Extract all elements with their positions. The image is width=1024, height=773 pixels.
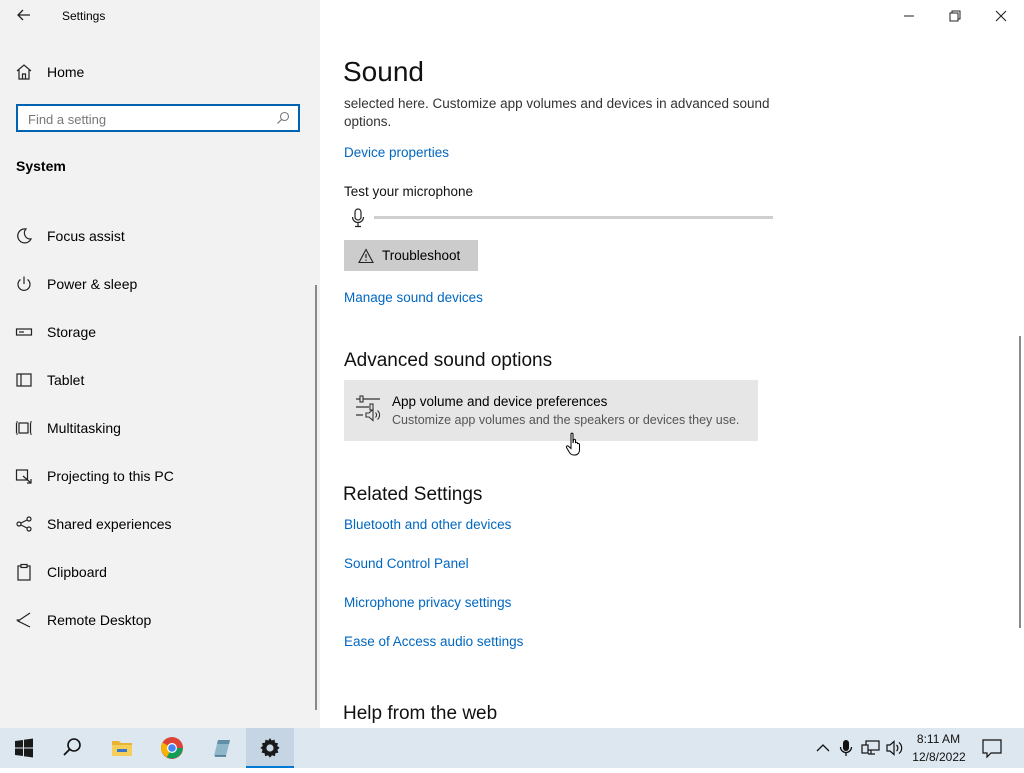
advanced-sound-heading: Advanced sound options bbox=[344, 350, 553, 371]
search-icon[interactable] bbox=[276, 111, 290, 125]
sidebar-item-focus-assist[interactable]: Focus assist bbox=[0, 215, 316, 259]
shared-experiences-icon bbox=[16, 516, 32, 532]
chrome-icon bbox=[161, 737, 183, 759]
search-input[interactable] bbox=[26, 109, 270, 129]
sidebar-item-label: Storage bbox=[47, 324, 97, 340]
app-window-icon bbox=[214, 740, 230, 757]
app-taskbar-button[interactable] bbox=[198, 728, 246, 768]
back-arrow-icon bbox=[17, 9, 30, 21]
microphone-icon bbox=[839, 740, 853, 756]
manage-sound-devices-link[interactable]: Manage sound devices bbox=[344, 290, 483, 305]
action-center-button[interactable] bbox=[980, 728, 1004, 768]
windows-logo-icon bbox=[15, 738, 33, 758]
storage-icon bbox=[15, 328, 33, 336]
app-volume-description: Customize app volumes and the speakers o… bbox=[392, 413, 740, 427]
sidebar-item-label: Home bbox=[47, 64, 85, 80]
intro-text-line-1: selected here. Customize app volumes and… bbox=[344, 96, 770, 111]
tablet-icon bbox=[16, 373, 32, 387]
restore-icon bbox=[949, 10, 961, 22]
hand-cursor-icon bbox=[565, 432, 580, 456]
clock-date[interactable]: 12/8/2022 bbox=[911, 750, 967, 764]
start-button[interactable] bbox=[0, 728, 48, 768]
app-volume-preferences-button[interactable]: App volume and device preferences Custom… bbox=[344, 380, 758, 441]
troubleshoot-button[interactable]: Troubleshoot bbox=[344, 240, 478, 271]
moon-icon bbox=[17, 228, 33, 244]
power-icon bbox=[17, 276, 31, 291]
remote-desktop-icon bbox=[16, 612, 31, 628]
file-explorer-button[interactable] bbox=[98, 728, 146, 768]
main-scrollbar[interactable] bbox=[1019, 336, 1021, 628]
sidebar-item-label: Clipboard bbox=[47, 564, 107, 580]
sidebar-item-clipboard[interactable]: Clipboard bbox=[0, 551, 316, 595]
clipboard-icon bbox=[17, 563, 31, 581]
close-icon bbox=[995, 10, 1007, 22]
gear-icon bbox=[260, 738, 280, 758]
taskbar bbox=[0, 728, 1024, 768]
clock-time[interactable]: 8:11 AM bbox=[915, 732, 962, 746]
intro-text-line-2: options. bbox=[344, 114, 392, 129]
ease-of-access-audio-link[interactable]: Ease of Access audio settings bbox=[344, 634, 523, 649]
network-tray-button[interactable] bbox=[860, 728, 882, 768]
search-taskbar-button[interactable] bbox=[48, 728, 96, 768]
settings-taskbar-button[interactable] bbox=[246, 728, 294, 768]
sidebar-item-home[interactable]: Home bbox=[0, 51, 316, 95]
section-title: System bbox=[16, 158, 66, 174]
projecting-icon bbox=[15, 469, 32, 484]
settings-sidebar: Settings Home System Focus assist Power … bbox=[0, 0, 320, 728]
related-settings-heading: Related Settings bbox=[343, 484, 483, 505]
sound-control-panel-link[interactable]: Sound Control Panel bbox=[344, 556, 469, 571]
minimize-button[interactable] bbox=[886, 4, 932, 28]
search-icon bbox=[63, 738, 81, 756]
sidebar-item-label: Remote Desktop bbox=[47, 612, 152, 628]
speaker-icon bbox=[886, 740, 903, 756]
help-from-web-heading: Help from the web bbox=[343, 703, 498, 724]
sidebar-item-label: Tablet bbox=[47, 372, 85, 388]
sidebar-item-shared-experiences[interactable]: Shared experiences bbox=[0, 503, 316, 547]
search-box[interactable] bbox=[16, 104, 300, 132]
warning-icon bbox=[358, 248, 374, 264]
troubleshoot-label: Troubleshoot bbox=[382, 248, 461, 263]
sidebar-item-label: Shared experiences bbox=[47, 516, 172, 532]
sliders-speaker-icon bbox=[356, 395, 380, 422]
bluetooth-devices-link[interactable]: Bluetooth and other devices bbox=[344, 517, 511, 532]
device-properties-link[interactable]: Device properties bbox=[344, 145, 449, 160]
network-icon bbox=[861, 740, 880, 755]
notification-icon bbox=[982, 739, 1002, 759]
sidebar-item-label: Focus assist bbox=[47, 228, 125, 244]
back-button[interactable] bbox=[14, 4, 34, 26]
multitasking-icon bbox=[15, 421, 32, 435]
test-mic-label: Test your microphone bbox=[344, 184, 474, 199]
sidebar-item-remote-desktop[interactable]: Remote Desktop bbox=[0, 599, 316, 643]
sidebar-item-label: Power & sleep bbox=[47, 276, 138, 292]
microphone-icon bbox=[351, 208, 365, 228]
home-icon bbox=[16, 64, 32, 80]
sidebar-item-projecting[interactable]: Projecting to this PC bbox=[0, 455, 316, 499]
sidebar-item-power-sleep[interactable]: Power & sleep bbox=[0, 263, 316, 307]
sidebar-item-multitasking[interactable]: Multitasking bbox=[0, 407, 316, 451]
sidebar-item-tablet[interactable]: Tablet bbox=[0, 359, 316, 403]
mic-level-meter bbox=[374, 216, 773, 219]
sidebar-item-label: Projecting to this PC bbox=[47, 468, 174, 484]
show-hidden-icons-button[interactable] bbox=[812, 728, 834, 768]
page-title: Sound bbox=[343, 56, 424, 87]
microphone-tray-button[interactable] bbox=[836, 728, 856, 768]
chevron-up-icon bbox=[816, 744, 830, 752]
volume-tray-button[interactable] bbox=[884, 728, 906, 768]
window-title: Settings bbox=[62, 9, 106, 23]
restore-button[interactable] bbox=[932, 4, 978, 28]
close-button[interactable] bbox=[978, 4, 1024, 28]
minimize-icon bbox=[904, 15, 914, 17]
chrome-button[interactable] bbox=[148, 728, 196, 768]
sidebar-item-label: Multitasking bbox=[47, 420, 121, 436]
sidebar-item-storage[interactable]: Storage bbox=[0, 311, 316, 355]
folder-icon bbox=[112, 741, 132, 756]
sidebar-scrollbar[interactable] bbox=[315, 285, 317, 710]
app-volume-title: App volume and device preferences bbox=[392, 394, 608, 409]
microphone-privacy-link[interactable]: Microphone privacy settings bbox=[344, 595, 511, 610]
